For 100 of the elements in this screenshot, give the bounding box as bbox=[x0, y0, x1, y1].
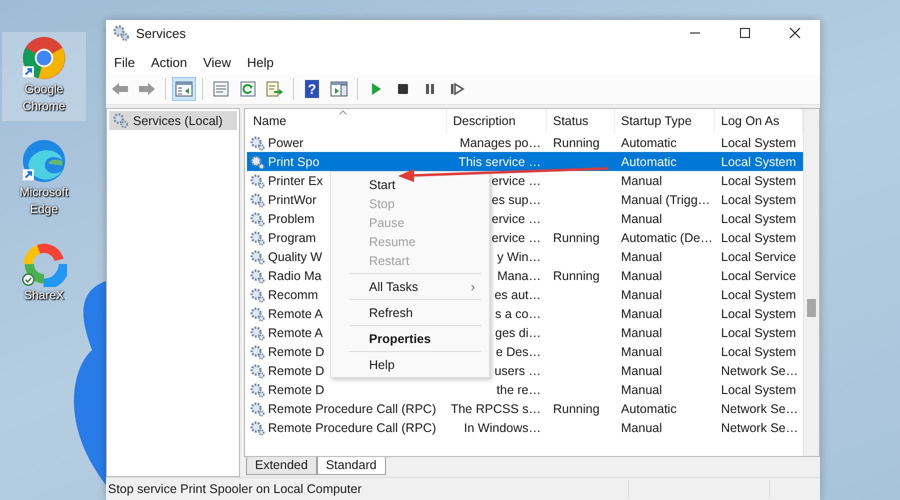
table-cell: Local System bbox=[721, 230, 796, 244]
table-cell: Local System bbox=[721, 288, 796, 302]
table-cell: Local System bbox=[721, 344, 796, 358]
console-tree-icon bbox=[175, 81, 193, 97]
table-cell: Network Se… bbox=[721, 420, 798, 434]
table-cell: Quality W bbox=[268, 250, 322, 264]
context-menu-item[interactable]: Properties bbox=[331, 329, 489, 348]
menu-item[interactable]: Action bbox=[150, 54, 188, 70]
left-arrow-icon bbox=[111, 81, 129, 97]
properties-icon bbox=[212, 81, 230, 97]
table-cell: Manual bbox=[621, 364, 662, 378]
gear-icon bbox=[249, 362, 265, 378]
column-header[interactable]: Status bbox=[547, 109, 615, 133]
refresh-icon bbox=[239, 81, 257, 97]
gear-icon bbox=[249, 286, 265, 302]
table-cell: Manual bbox=[621, 268, 662, 282]
scrollbar-thumb[interactable] bbox=[807, 299, 816, 317]
gear-icon bbox=[249, 172, 265, 188]
table-cell: Manual bbox=[621, 250, 662, 264]
menu-item[interactable]: Help bbox=[247, 54, 274, 70]
table-cell: Mana… bbox=[497, 268, 541, 282]
gear-icon bbox=[249, 230, 265, 246]
table-cell: Network Se… bbox=[721, 364, 798, 378]
table-cell: Local System bbox=[721, 212, 796, 226]
table-cell: Automatic bbox=[621, 402, 677, 416]
table-cell: e Des… bbox=[496, 344, 541, 358]
context-menu-item[interactable]: Start bbox=[331, 175, 489, 194]
table-cell: Remote D bbox=[268, 364, 324, 378]
table-cell: Program bbox=[268, 230, 316, 244]
context-menu-item[interactable]: Help bbox=[331, 355, 489, 374]
table-cell: Local Service bbox=[721, 250, 796, 264]
gear-icon bbox=[249, 134, 265, 150]
table-cell: In Windows… bbox=[464, 420, 541, 434]
tree-toolbar-button[interactable] bbox=[172, 77, 196, 101]
column-header[interactable]: Name bbox=[247, 109, 447, 133]
table-cell: y Win… bbox=[497, 250, 541, 264]
table-cell: Problem bbox=[268, 212, 315, 226]
menu-item[interactable]: File bbox=[114, 54, 135, 70]
table-cell: Running bbox=[553, 136, 600, 150]
sort-caret-icon bbox=[339, 110, 347, 115]
table-cell: Automatic bbox=[621, 154, 677, 168]
gear-icon bbox=[249, 420, 265, 436]
window-title: Services bbox=[136, 26, 186, 40]
gear-icon bbox=[249, 306, 265, 322]
table-cell: Manual bbox=[621, 344, 662, 358]
table-cell: PrintWor bbox=[268, 192, 316, 206]
table-cell: Manages po… bbox=[460, 136, 541, 150]
table-cell: Manual bbox=[621, 326, 662, 340]
right-arrow-icon bbox=[138, 81, 156, 97]
status-bar-text: Stop service Print Spooler on Local Computer bbox=[107, 482, 363, 496]
table-cell: Local System bbox=[721, 306, 796, 320]
export-list-icon bbox=[266, 81, 284, 97]
table-cell: Local System bbox=[721, 136, 796, 150]
gear-icon bbox=[249, 268, 265, 284]
table-cell: Running bbox=[553, 402, 600, 416]
gear-icon bbox=[249, 344, 265, 360]
selected-row-highlight[interactable]: Print Spo This service … Automatic Local System bbox=[247, 152, 803, 171]
gear-icon bbox=[249, 154, 265, 170]
table-cell: Manual bbox=[621, 288, 662, 302]
table-cell: ges di… bbox=[495, 326, 541, 340]
gears-icon bbox=[112, 112, 129, 129]
gears-icon bbox=[112, 24, 130, 42]
table-cell: ervice … bbox=[492, 174, 541, 188]
close-icon bbox=[789, 27, 801, 39]
table-cell: Local System bbox=[721, 382, 796, 396]
gear-icon bbox=[249, 192, 265, 208]
table-cell: Local System bbox=[721, 326, 796, 340]
help-toolbar-button[interactable]: ? bbox=[300, 77, 324, 101]
table-cell: es sup… bbox=[492, 192, 541, 206]
table-cell: Running bbox=[553, 268, 600, 282]
table-cell: Automatic bbox=[621, 136, 677, 150]
table-cell: Remote D bbox=[268, 382, 324, 396]
table-cell: Local System bbox=[721, 154, 796, 168]
table-cell: Remote A bbox=[268, 326, 323, 340]
table-cell: ervice … bbox=[492, 230, 541, 244]
sharex-logo-icon bbox=[21, 241, 67, 287]
table-cell: Radio Ma bbox=[268, 268, 322, 282]
tree-item[interactable]: Services (Local) bbox=[109, 111, 237, 130]
column-header[interactable]: Description bbox=[447, 109, 547, 133]
menu-item[interactable]: View bbox=[203, 54, 232, 70]
table-cell: Automatic (De… bbox=[621, 230, 713, 244]
context-menu-item[interactable]: All Tasks › bbox=[331, 277, 489, 296]
table-cell: es aut… bbox=[494, 288, 541, 302]
scrollbar[interactable] bbox=[803, 109, 819, 456]
context-menu-item[interactable]: Refresh bbox=[331, 303, 489, 322]
table-cell: The RPCSS s… bbox=[450, 402, 541, 416]
table-cell: users … bbox=[494, 364, 541, 378]
table-cell: Remote Procedure Call (RPC) bbox=[268, 420, 436, 434]
action-pane-icon bbox=[330, 81, 348, 97]
gear-icon bbox=[249, 248, 265, 264]
view-tab[interactable]: Standard bbox=[316, 457, 386, 475]
column-header[interactable]: Startup Type bbox=[615, 109, 715, 133]
table-cell: Remote A bbox=[268, 306, 323, 320]
view-tab[interactable]: Extended bbox=[246, 457, 317, 475]
table-cell: Local Service bbox=[721, 268, 796, 282]
gear-icon bbox=[249, 210, 265, 226]
table-cell: Manual bbox=[621, 382, 662, 396]
table-cell: Print Spo bbox=[268, 154, 320, 168]
resume-icon bbox=[448, 81, 466, 97]
gear-icon bbox=[249, 382, 265, 398]
